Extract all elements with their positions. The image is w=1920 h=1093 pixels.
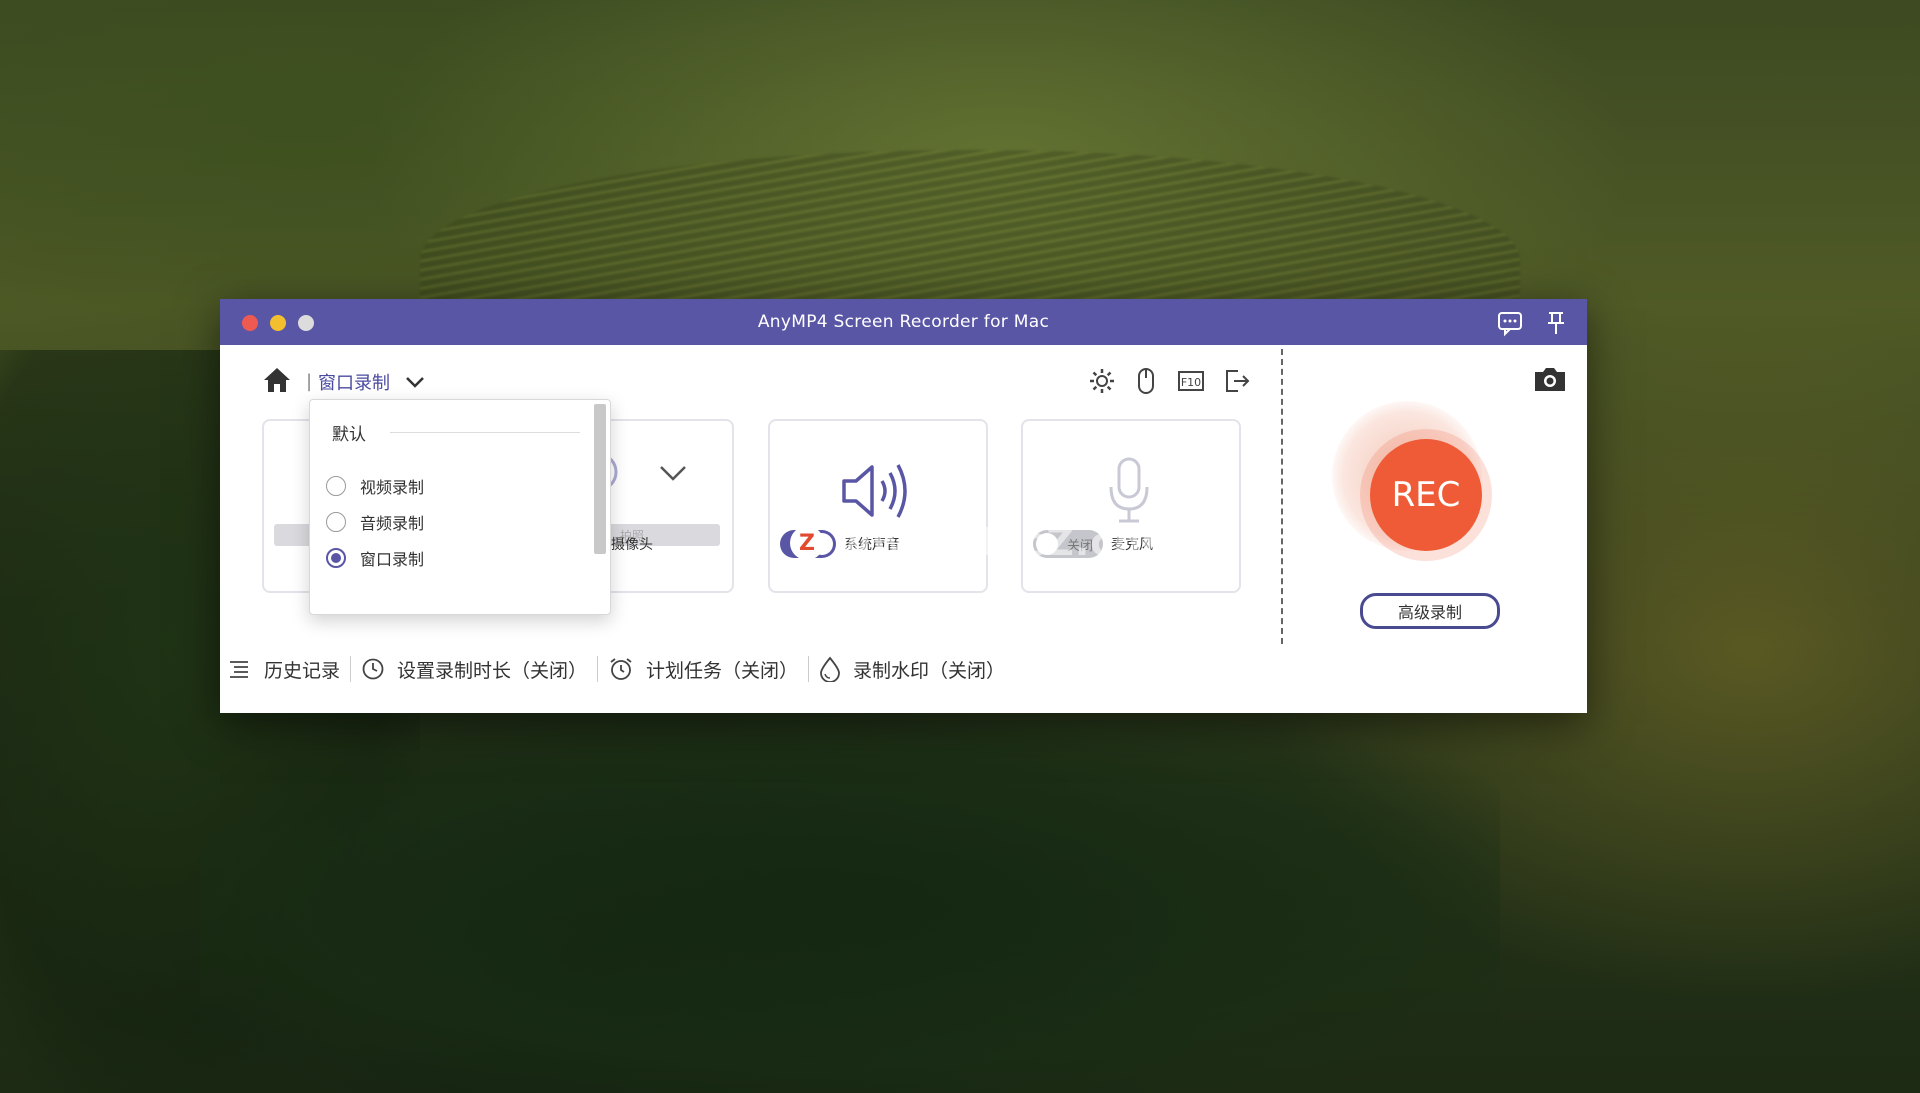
history-button[interactable]: 历史记录 bbox=[228, 656, 340, 683]
settings-gear-icon[interactable] bbox=[1086, 365, 1118, 397]
radio-video-recording[interactable] bbox=[326, 476, 346, 496]
recording-duration-button[interactable]: 设置录制时长（关闭） bbox=[361, 656, 587, 683]
frame-rate-icon[interactable]: F10 bbox=[1175, 365, 1207, 397]
bottom-separator bbox=[597, 656, 599, 682]
app-window: AnyMP4 Screen Recorder for Mac | 窗口录制 F1… bbox=[220, 299, 1587, 713]
dropdown-heading: 默认 bbox=[332, 425, 366, 445]
title-bar: AnyMP4 Screen Recorder for Mac bbox=[220, 299, 1587, 345]
feedback-chat-icon[interactable] bbox=[1496, 309, 1524, 337]
camera-dropdown-chevron-icon[interactable] bbox=[659, 465, 687, 481]
watermark-label: 录制水印（关闭） bbox=[853, 659, 1006, 682]
radio-window-recording[interactable] bbox=[326, 548, 346, 568]
exit-icon[interactable] bbox=[1220, 365, 1252, 397]
display-size-bar bbox=[274, 524, 314, 546]
microphone-icon bbox=[1109, 457, 1149, 523]
svg-text:F10: F10 bbox=[1181, 376, 1201, 389]
history-label: 历史记录 bbox=[264, 659, 341, 682]
recording-mode-dropdown: 默认 视频录制 音频录制 窗口录制 bbox=[309, 399, 611, 615]
watermark-badge: Z bbox=[790, 526, 824, 560]
recording-mode-selector[interactable]: 窗口录制 bbox=[318, 369, 390, 395]
pin-icon[interactable] bbox=[1542, 309, 1570, 337]
bottom-bar: 历史记录 设置录制时长（关闭） 计划任务（关闭） 录制水印（关闭） bbox=[220, 639, 1120, 699]
site-watermark: www.MacZ.com bbox=[836, 520, 1182, 564]
dropdown-divider bbox=[390, 432, 580, 433]
window-title: AnyMP4 Screen Recorder for Mac bbox=[757, 312, 1050, 332]
list-icon bbox=[230, 661, 248, 678]
option-label: 窗口录制 bbox=[360, 550, 425, 569]
home-icon[interactable] bbox=[262, 366, 292, 394]
clock-icon bbox=[362, 658, 384, 680]
bottom-separator bbox=[808, 656, 810, 682]
schedule-task-label: 计划任务（关闭） bbox=[646, 659, 799, 682]
schedule-task-button[interactable]: 计划任务（关闭） bbox=[608, 656, 798, 683]
option-label: 音频录制 bbox=[360, 514, 425, 533]
microphone-card[interactable]: 关闭 麦克风 bbox=[1021, 419, 1241, 593]
speaker-icon bbox=[842, 464, 907, 518]
rec-button[interactable]: REC bbox=[1370, 439, 1482, 551]
option-window-recording[interactable]: 窗口录制 bbox=[326, 546, 424, 570]
screenshot-camera-icon[interactable] bbox=[1532, 364, 1568, 394]
system-sound-card[interactable]: 开启 系统声音 bbox=[768, 419, 988, 593]
bottom-separator bbox=[350, 656, 352, 682]
advanced-record-button[interactable]: 高级录制 bbox=[1360, 593, 1500, 629]
recording-duration-label: 设置录制时长（关闭） bbox=[397, 659, 588, 682]
header-separator: | bbox=[306, 371, 313, 392]
mouse-icon[interactable] bbox=[1130, 365, 1162, 397]
divider bbox=[1281, 349, 1283, 644]
option-video-recording[interactable]: 视频录制 bbox=[326, 474, 424, 498]
camera-label: 摄像头 bbox=[611, 537, 653, 553]
radio-audio-recording[interactable] bbox=[326, 512, 346, 532]
background-trees-bottom bbox=[200, 720, 1500, 1093]
watermark-button[interactable]: 录制水印（关闭） bbox=[819, 656, 1005, 683]
alarm-clock-icon bbox=[610, 658, 632, 680]
water-drop-icon bbox=[820, 656, 840, 682]
chevron-down-icon[interactable] bbox=[405, 375, 425, 389]
option-label: 视频录制 bbox=[360, 478, 425, 497]
option-audio-recording[interactable]: 音频录制 bbox=[326, 510, 424, 534]
dropdown-scrollbar[interactable] bbox=[594, 404, 606, 554]
